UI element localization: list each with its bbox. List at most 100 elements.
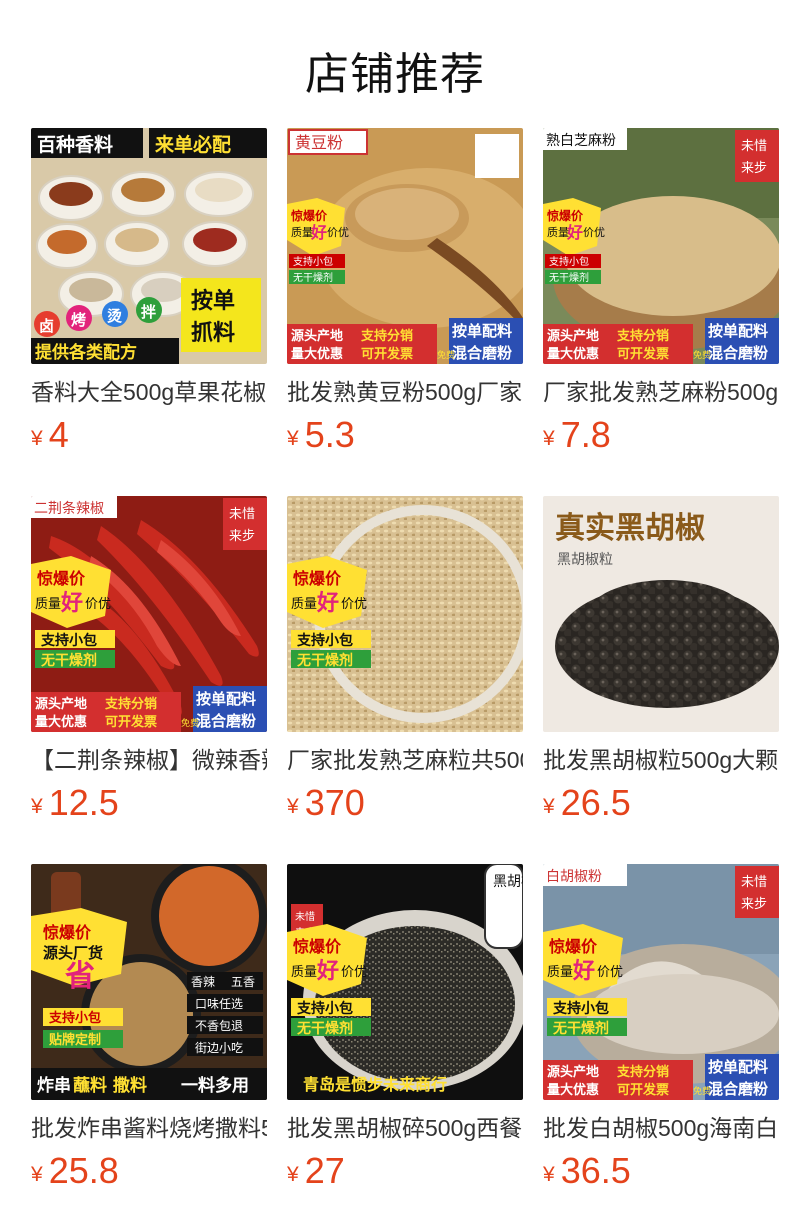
svg-text:免费: 免费	[181, 717, 199, 729]
svg-text:一料多用: 一料多用	[181, 1075, 249, 1096]
svg-text:量大优惠: 量大优惠	[35, 714, 87, 730]
currency-symbol: ¥	[543, 1163, 555, 1186]
price-value: 27	[304, 1150, 345, 1191]
svg-text:未惜: 未惜	[741, 139, 767, 154]
image-text: 抓料	[191, 320, 235, 346]
product-name[interactable]: 批发炸串酱料烧烤撒料500g	[31, 1111, 267, 1145]
svg-text:质量: 质量	[35, 597, 61, 612]
price-value: 25.8	[48, 1150, 119, 1191]
svg-text:惊爆价: 惊爆价	[547, 208, 584, 223]
svg-text:省: 省	[65, 959, 95, 994]
product-price: ¥25.8	[31, 1150, 119, 1196]
svg-text:不香包退: 不香包退	[195, 1019, 243, 1033]
product-image[interactable]: 黄豆粉 惊爆价 质量 好 价优 支持小包 无干燥剂 源头产地 支持分销 量大优惠…	[287, 128, 523, 364]
currency-symbol: ¥	[287, 1163, 299, 1186]
svg-text:按单配料: 按单配料	[452, 322, 512, 340]
svg-text:可开发票: 可开发票	[361, 346, 413, 362]
svg-text:无干燥剂: 无干燥剂	[549, 271, 589, 284]
product-image[interactable]: 未惜 来步 黑胡椒碎 惊爆价 质量 好 价优 支持小包 无干燥剂 青岛是惯步未来…	[287, 864, 523, 1100]
svg-text:惊爆价: 惊爆价	[549, 937, 598, 956]
svg-text:惊爆价: 惊爆价	[291, 208, 328, 223]
svg-text:质量: 质量	[547, 226, 569, 239]
svg-text:源头产地: 源头产地	[547, 328, 599, 344]
svg-text:可开发票: 可开发票	[617, 1082, 669, 1098]
svg-text:好: 好	[60, 590, 83, 616]
currency-symbol: ¥	[31, 1163, 43, 1186]
price-value: 4	[48, 414, 69, 455]
svg-text:未惜: 未惜	[741, 875, 767, 890]
product-image[interactable]: 二荆条辣椒 未惜 来步 惊爆价 质量 好 价优 支持小包 无干燥剂 源头产地 支…	[31, 496, 267, 732]
svg-text:质量: 质量	[291, 965, 317, 980]
product-price: ¥26.5	[543, 782, 631, 828]
svg-text:质量: 质量	[547, 965, 573, 980]
svg-text:可开发票: 可开发票	[617, 346, 669, 362]
svg-text:好: 好	[572, 958, 595, 984]
svg-text:质量: 质量	[291, 597, 317, 612]
svg-text:未惜: 未惜	[229, 507, 255, 522]
svg-text:来步: 来步	[741, 161, 767, 176]
svg-text:源头产地: 源头产地	[291, 328, 343, 344]
svg-text:无干燥剂: 无干燥剂	[552, 1020, 609, 1037]
image-text: 提供各类配方	[35, 342, 137, 363]
svg-text:价优: 价优	[341, 965, 367, 980]
product-name[interactable]: 香料大全500g草果花椒八角桂皮香叶	[31, 375, 267, 409]
price-value: 7.8	[560, 414, 611, 455]
svg-text:源头产地: 源头产地	[35, 696, 87, 712]
svg-text:贴牌定制: 贴牌定制	[49, 1032, 101, 1048]
image-text: 黄豆粉	[295, 133, 343, 152]
svg-text:香辣: 香辣	[191, 975, 215, 989]
product-image[interactable]: 真实黑胡椒 黑胡椒粒	[543, 496, 779, 732]
image-text: 黑胡椒碎	[493, 874, 523, 890]
svg-text:五香: 五香	[231, 975, 255, 989]
svg-text:免费: 免费	[437, 349, 455, 361]
svg-text:免费: 免费	[693, 349, 711, 361]
svg-text:烫: 烫	[107, 307, 123, 325]
price-value: 12.5	[48, 782, 119, 823]
price-value: 36.5	[560, 1150, 631, 1191]
currency-symbol: ¥	[31, 795, 43, 818]
product-name[interactable]: 厂家批发熟芝麻粉500g现磨	[543, 375, 779, 409]
product-price: ¥27	[287, 1150, 345, 1196]
svg-text:按单配料: 按单配料	[708, 322, 768, 340]
svg-text:支持分销: 支持分销	[104, 696, 157, 712]
product-image[interactable]: 百种香料 来单必配 按单 抓料 卤 烤 烫 拌 提供各类配方	[31, 128, 267, 364]
svg-text:未惜: 未惜	[295, 910, 315, 923]
svg-text:支持小包: 支持小包	[296, 1000, 353, 1017]
svg-text:量大优惠: 量大优惠	[291, 346, 343, 362]
svg-text:好: 好	[316, 590, 339, 616]
svg-text:惊爆价: 惊爆价	[293, 937, 342, 956]
svg-text:支持小包: 支持小包	[296, 632, 353, 649]
svg-text:支持小包: 支持小包	[293, 255, 333, 268]
svg-text:卤: 卤	[39, 317, 54, 335]
svg-text:按单配料: 按单配料	[708, 1058, 768, 1076]
svg-text:来步: 来步	[229, 529, 255, 544]
product-name[interactable]: 厂家批发熟芝麻粒共500g	[287, 743, 523, 777]
product-name[interactable]: 批发熟黄豆粉500g厂家直销	[287, 375, 523, 409]
image-text: 真实黑胡椒	[555, 511, 705, 546]
product-image[interactable]: 惊爆价 源头厂货 省 香辣 五香 口味任选 不香包退 街边小吃 支持小包 贴牌定…	[31, 864, 267, 1100]
svg-text:支持小包: 支持小包	[40, 632, 97, 649]
svg-text:混合磨粉: 混合磨粉	[452, 344, 512, 362]
svg-text:蘸料: 蘸料	[73, 1075, 107, 1096]
image-text: 来单必配	[155, 133, 231, 156]
svg-text:支持小包: 支持小包	[48, 1010, 101, 1026]
product-image[interactable]: 惊爆价 质量 好 价优 支持小包 无干燥剂	[287, 496, 523, 732]
currency-symbol: ¥	[543, 795, 555, 818]
svg-text:混合磨粉: 混合磨粉	[708, 344, 768, 362]
svg-text:价优: 价优	[597, 965, 623, 980]
svg-text:好: 好	[566, 223, 583, 242]
product-name[interactable]: 批发黑胡椒粒500g大颗粒	[543, 743, 779, 777]
product-image[interactable]: 白胡椒粉 未惜 来步 惊爆价 质量 好 价优 支持小包 无干燥剂 源头产地 支持…	[543, 864, 779, 1100]
product-name[interactable]: 批发黑胡椒碎500g西餐牛排	[287, 1111, 523, 1145]
product-name[interactable]: 【二荆条辣椒】微辣香辣干辣椒	[31, 743, 267, 777]
image-text: 黑胡椒粒	[557, 552, 613, 568]
image-text: 熟白芝麻粉	[546, 133, 616, 149]
product-image[interactable]: 熟白芝麻粉 未惜 来步 惊爆价 质量 好 价优 支持小包 无干燥剂 源头产地 支…	[543, 128, 779, 364]
svg-text:可开发票: 可开发票	[105, 714, 157, 730]
svg-text:支持分销: 支持分销	[360, 328, 413, 344]
svg-text:烤: 烤	[71, 311, 86, 329]
svg-text:价优: 价优	[341, 597, 367, 612]
svg-text:量大优惠: 量大优惠	[547, 1082, 599, 1098]
product-price: ¥4	[31, 414, 69, 460]
product-name[interactable]: 批发白胡椒500g海南白胡椒粉	[543, 1111, 779, 1145]
